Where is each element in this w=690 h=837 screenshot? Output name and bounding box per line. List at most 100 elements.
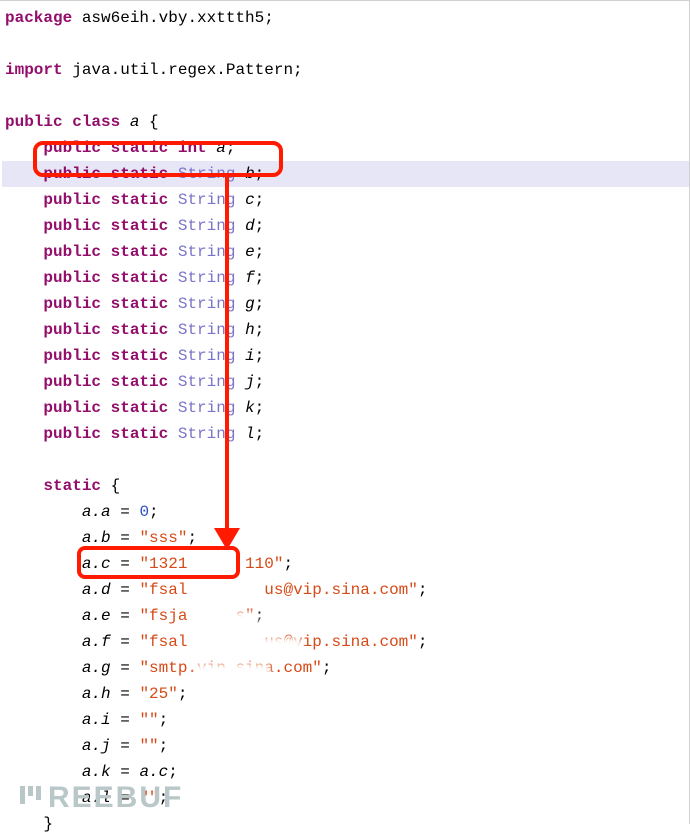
field-name: i bbox=[245, 347, 255, 365]
keyword-static: static bbox=[111, 217, 169, 235]
lhs: a.l bbox=[82, 789, 111, 807]
field-name: b bbox=[245, 165, 255, 183]
code-line-assignment: a.l = ""; bbox=[2, 785, 689, 811]
code-line-assignment: a.a = 0; bbox=[2, 499, 689, 525]
code-line: package asw6eih.vby.xxttth5; bbox=[2, 5, 689, 31]
operator-equals: = bbox=[111, 763, 140, 781]
code-line-assignment: a.c = "1321 110"; bbox=[2, 551, 689, 577]
code-line-assignment: a.d = "fsal us@vip.sina.com"; bbox=[2, 577, 689, 603]
operator-equals: = bbox=[111, 529, 140, 547]
keyword-public: public bbox=[43, 347, 101, 365]
lhs: a.d bbox=[82, 581, 111, 599]
semicolon: ; bbox=[255, 399, 265, 417]
type-string: String bbox=[178, 217, 236, 235]
type-string: String bbox=[178, 373, 236, 391]
code-line-assignment: a.j = ""; bbox=[2, 733, 689, 759]
keyword-static: static bbox=[111, 295, 169, 313]
semicolon: ; bbox=[255, 295, 265, 313]
code-line-field: public static String l; bbox=[2, 421, 689, 447]
operator-equals: = bbox=[111, 659, 140, 677]
keyword-static: static bbox=[111, 399, 169, 417]
operator-equals: = bbox=[111, 711, 140, 729]
semicolon: ; bbox=[255, 425, 265, 443]
lhs: a.k bbox=[82, 763, 111, 781]
field-name: k bbox=[245, 399, 255, 417]
code-line-field: public static int a; bbox=[2, 135, 689, 161]
semicolon: ; bbox=[255, 321, 265, 339]
keyword-public: public bbox=[5, 113, 63, 131]
code-line-field: public static String f; bbox=[2, 265, 689, 291]
semicolon: ; bbox=[255, 243, 265, 261]
rhs: "25" bbox=[139, 685, 177, 703]
rhs: "fsal us@vip.sina.com" bbox=[139, 633, 417, 651]
rhs: "fsal us@vip.sina.com" bbox=[139, 581, 417, 599]
keyword-static: static bbox=[111, 191, 169, 209]
keyword-public: public bbox=[43, 425, 101, 443]
semicolon: ; bbox=[255, 165, 265, 183]
semicolon: ; bbox=[255, 373, 265, 391]
operator-equals: = bbox=[111, 789, 140, 807]
field-name: f bbox=[245, 269, 255, 287]
keyword-static: static bbox=[111, 347, 169, 365]
operator-equals: = bbox=[111, 633, 140, 651]
keyword-package: package bbox=[5, 9, 72, 27]
keyword-static: static bbox=[111, 321, 169, 339]
code-line-field: public static String k; bbox=[2, 395, 689, 421]
semicolon: ; bbox=[255, 269, 265, 287]
field-name: c bbox=[245, 191, 255, 209]
code-line-assignment: a.b = "sss"; bbox=[2, 525, 689, 551]
semicolon: ; bbox=[418, 581, 428, 599]
semicolon: ; bbox=[149, 503, 159, 521]
rhs: "" bbox=[139, 737, 158, 755]
code-line: public class a { bbox=[2, 109, 689, 135]
keyword-int: int bbox=[178, 139, 207, 157]
type-string: String bbox=[178, 191, 236, 209]
brace-open: { bbox=[149, 113, 159, 131]
class-name: a bbox=[120, 113, 149, 131]
code-line: import java.util.regex.Pattern; bbox=[2, 57, 689, 83]
code-editor: package asw6eih.vby.xxttth5; import java… bbox=[0, 1, 689, 837]
type-string: String bbox=[178, 321, 236, 339]
operator-equals: = bbox=[111, 555, 140, 573]
semicolon: ; bbox=[418, 633, 428, 651]
rhs: a.c bbox=[139, 763, 168, 781]
keyword-public: public bbox=[43, 139, 101, 157]
code-line-assignment: a.h = "25"; bbox=[2, 681, 689, 707]
keyword-static: static bbox=[43, 477, 101, 495]
type-string: String bbox=[178, 295, 236, 313]
keyword-public: public bbox=[43, 269, 101, 287]
keyword-public: public bbox=[43, 191, 101, 209]
code-line-field: public static String i; bbox=[2, 343, 689, 369]
semicolon: ; bbox=[187, 529, 197, 547]
lhs: a.g bbox=[82, 659, 111, 677]
code-line-blank bbox=[2, 447, 689, 473]
semicolon: ; bbox=[159, 737, 169, 755]
field-name: j bbox=[245, 373, 255, 391]
code-line-blank bbox=[2, 31, 689, 57]
semicolon: ; bbox=[159, 789, 169, 807]
keyword-public: public bbox=[43, 165, 101, 183]
keyword-public: public bbox=[43, 243, 101, 261]
rhs: 0 bbox=[139, 503, 149, 521]
lhs: a.j bbox=[82, 737, 111, 755]
import-name: java.util.regex.Pattern; bbox=[63, 61, 303, 79]
keyword-import: import bbox=[5, 61, 63, 79]
keyword-static: static bbox=[111, 425, 169, 443]
code-line-field: public static String j; bbox=[2, 369, 689, 395]
code-line-assignment: a.f = "fsal us@vip.sina.com"; bbox=[2, 629, 689, 655]
keyword-static: static bbox=[111, 139, 169, 157]
code-line-field: public static String h; bbox=[2, 317, 689, 343]
code-line-blank bbox=[2, 83, 689, 109]
rhs: "" bbox=[139, 711, 158, 729]
rhs: "sss" bbox=[139, 529, 187, 547]
lhs: a.e bbox=[82, 607, 111, 625]
operator-equals: = bbox=[111, 503, 140, 521]
rhs: "" bbox=[139, 789, 158, 807]
code-line-field: public static String c; bbox=[2, 187, 689, 213]
keyword-public: public bbox=[43, 373, 101, 391]
semicolon: ; bbox=[283, 555, 293, 573]
code-line-assignment: a.e = "fsja s"; bbox=[2, 603, 689, 629]
code-line-field: public static String e; bbox=[2, 239, 689, 265]
keyword-public: public bbox=[43, 399, 101, 417]
semicolon: ; bbox=[168, 763, 178, 781]
